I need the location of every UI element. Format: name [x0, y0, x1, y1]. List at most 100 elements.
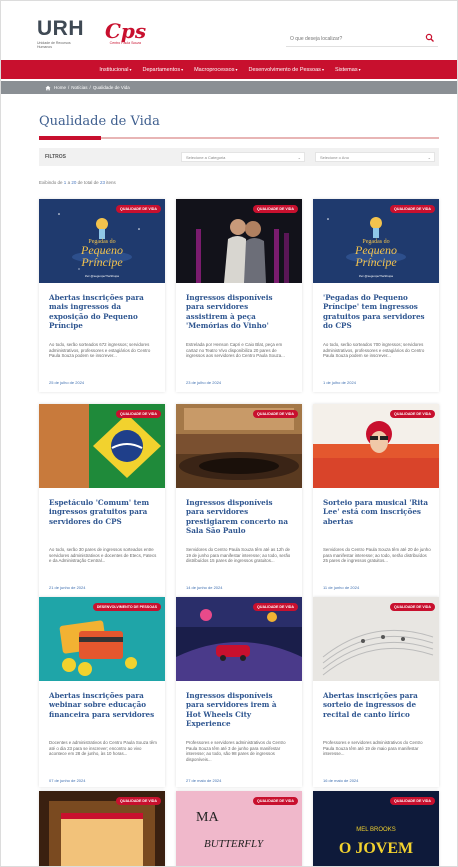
year-select-value: Selecione o Ano — [320, 155, 349, 160]
card-image: MEL BROOKS O JOVEM QUALIDADE DE VIDA — [313, 791, 439, 866]
category-select-value: Selecione a Categoria — [186, 155, 226, 160]
nav-item-label: Sistemas — [334, 66, 358, 73]
nav-item-label: Macroprocessos — [194, 66, 235, 73]
card-date: 14 de junho de 2024 — [186, 585, 223, 590]
nav-item-sistemas[interactable]: Sistemas▾ — [335, 67, 361, 73]
results-count: Exibindo de 1 a 20 de total de 23 itens — [39, 180, 116, 185]
card-image: QUALIDADE DE VIDA — [176, 404, 302, 488]
card-description: Estrelada por Henson Capri e Caio Blat, … — [186, 342, 285, 359]
category-select[interactable]: Selecione a Categoria ⌄ — [181, 152, 305, 162]
card-description: Ao todo, serão sorteados 700 ingressos; … — [323, 342, 425, 359]
filters-label: FILTROS — [45, 154, 67, 160]
category-badge: QUALIDADE DE VIDA — [253, 205, 298, 213]
card-title[interactable]: Ingressos disponíveis para servidores ir… — [186, 691, 292, 729]
breadcrumb-home[interactable]: Home — [54, 85, 66, 90]
nav-item-desenvolvimento[interactable]: Desenvolvimento de Pessoas▾ — [248, 67, 323, 73]
news-card[interactable]: QUALIDADE DE VIDA Abertas inscrições par… — [313, 597, 439, 787]
nav-item-institucional[interactable]: Institucional▾ — [99, 67, 131, 73]
nav-item-departamentos[interactable]: Departamentos▾ — [142, 67, 183, 73]
category-badge: QUALIDADE DE VIDA — [390, 410, 435, 418]
results-mid2: de total de — [77, 180, 99, 185]
chevron-down-icon: ⌄ — [427, 155, 431, 160]
card-description: Servidores do Centro Paula Souza têm até… — [186, 547, 291, 564]
news-card[interactable]: QUALIDADE DE VIDA — [39, 791, 165, 866]
news-card[interactable]: Pegadas do Pequeno Príncipe #vc @segunpe… — [39, 199, 165, 392]
main-nav: Institucional▾ Departamentos▾ Macroproce… — [1, 60, 457, 79]
breadcrumb-separator: / — [89, 85, 91, 90]
card-image: Pegadas do Pequeno Príncipe #vc @segunpe… — [39, 199, 165, 283]
page: URH Unidade de Recursos Humanos Cps Cent… — [0, 0, 458, 867]
category-badge: DESENVOLVIMENTO DE PESSOAS — [92, 603, 161, 611]
card-title[interactable]: 'Pegadas do Pequeno Príncipe' tem ingres… — [323, 293, 429, 331]
nav-item-label: Institucional — [99, 66, 129, 73]
cps-logo-text: Cps — [105, 19, 147, 43]
category-badge: QUALIDADE DE VIDA — [390, 205, 435, 213]
results-prefix: Exibindo de — [39, 180, 63, 185]
card-image: MA BUTTERFLY QUALIDADE DE VIDA — [176, 791, 302, 866]
card-description: Servidores do Centro Paula Souza têm até… — [323, 547, 431, 564]
card-title[interactable]: Abertas inscrições para webinar sobre ed… — [49, 691, 155, 719]
nav-item-macroprocessos[interactable]: Macroprocessos▾ — [194, 67, 237, 73]
card-date: 21 de junho de 2024 — [49, 585, 86, 590]
category-badge: QUALIDADE DE VIDA — [253, 603, 298, 611]
category-badge: QUALIDADE DE VIDA — [390, 603, 435, 611]
results-suffix: itens — [106, 180, 116, 185]
cps-logo-subtitle: Centro Paula Souza — [109, 41, 141, 45]
card-image: QUALIDADE DE VIDA — [313, 597, 439, 681]
card-description: Ao todo, serão sorteados 672 ingressos; … — [49, 342, 151, 359]
title-divider-accent — [39, 136, 101, 140]
year-select[interactable]: Selecione o Ano ⌄ — [315, 152, 435, 162]
breadcrumb-current: Qualidade de Vida — [92, 85, 130, 90]
breadcrumb-noticias[interactable]: Notícias — [71, 85, 87, 90]
category-badge: QUALIDADE DE VIDA — [116, 797, 161, 805]
search-input[interactable] — [290, 34, 410, 44]
card-image: QUALIDADE DE VIDA — [176, 597, 302, 681]
urh-logo-subtitle: Unidade de Recursos Humanos — [37, 41, 71, 49]
news-card[interactable]: QUALIDADE DE VIDA Ingressos disponíveis … — [176, 597, 302, 787]
card-image: QUALIDADE DE VIDA — [39, 404, 165, 488]
nav-item-label: Desenvolvimento de Pessoas — [248, 66, 321, 73]
card-date: 1 de julho de 2024 — [323, 380, 356, 385]
card-description: Ao todo, serão 30 pares de ingressos sor… — [49, 547, 157, 564]
card-title[interactable]: Ingressos disponíveis para servidores pr… — [186, 498, 292, 536]
card-image: Pegadas do Pequeno Príncipe #vc @segunpe… — [313, 199, 439, 283]
card-image: QUALIDADE DE VIDA — [39, 791, 165, 866]
news-card[interactable]: MA BUTTERFLY QUALIDADE DE VIDA — [176, 791, 302, 866]
card-date: 27 de maio de 2024 — [186, 778, 222, 783]
card-title[interactable]: Espetáculo 'Comum' tem ingressos gratuit… — [49, 498, 155, 526]
category-badge: QUALIDADE DE VIDA — [253, 410, 298, 418]
card-title[interactable]: Abertas inscrições para sorteio de ingre… — [323, 691, 429, 719]
cps-logo[interactable]: Cps Centro Paula Souza — [105, 21, 146, 45]
news-card[interactable]: QUALIDADE DE VIDA Sorteio para musical '… — [313, 404, 439, 597]
card-date: 23 de julho de 2024 — [186, 380, 222, 385]
card-date: 16 de maio de 2024 — [323, 778, 359, 783]
chevron-down-icon: ▾ — [235, 66, 238, 72]
category-badge: QUALIDADE DE VIDA — [253, 797, 298, 805]
card-title[interactable]: Abertas inscrições para mais ingressos d… — [49, 293, 155, 331]
card-date: 11 de junho de 2024 — [323, 585, 360, 590]
urh-logo[interactable]: URH Unidade de Recursos Humanos — [37, 17, 84, 49]
news-card[interactable]: DESENVOLVIMENTO DE PESSOAS Abertas inscr… — [39, 597, 165, 787]
category-badge: QUALIDADE DE VIDA — [390, 797, 435, 805]
news-card[interactable]: MEL BROOKS O JOVEM QUALIDADE DE VIDA — [313, 791, 439, 866]
results-total: 23 — [99, 180, 105, 185]
breadcrumb: Home / Notícias / Qualidade de Vida — [1, 81, 457, 94]
results-mid1: a — [67, 180, 71, 185]
card-image: DESENVOLVIMENTO DE PESSOAS — [39, 597, 165, 681]
card-title[interactable]: Sorteio para musical 'Rita Lee' está com… — [323, 498, 429, 526]
chevron-down-icon: ▾ — [129, 66, 132, 72]
search-box — [286, 31, 438, 47]
thumb-text: #vc @segunpeTheShupa — [85, 274, 119, 278]
category-badge: QUALIDADE DE VIDA — [116, 410, 161, 418]
card-title[interactable]: Ingressos disponíveis para servidores as… — [186, 293, 292, 331]
chevron-down-icon: ▾ — [181, 66, 184, 72]
news-card[interactable]: Pegadas do Pequeno Príncipe #vc @segunpe… — [313, 199, 439, 392]
urh-logo-text: URH — [37, 17, 84, 40]
search-icon[interactable] — [425, 33, 435, 43]
news-card[interactable]: QUALIDADE DE VIDA Espetáculo 'Comum' tem… — [39, 404, 165, 597]
news-card[interactable]: QUALIDADE DE VIDA Ingressos disponíveis … — [176, 404, 302, 597]
results-to: 20 — [71, 180, 77, 185]
category-badge: QUALIDADE DE VIDA — [116, 205, 161, 213]
chevron-down-icon: ⌄ — [297, 155, 301, 160]
news-card[interactable]: QUALIDADE DE VIDA Ingressos disponíveis … — [176, 199, 302, 392]
